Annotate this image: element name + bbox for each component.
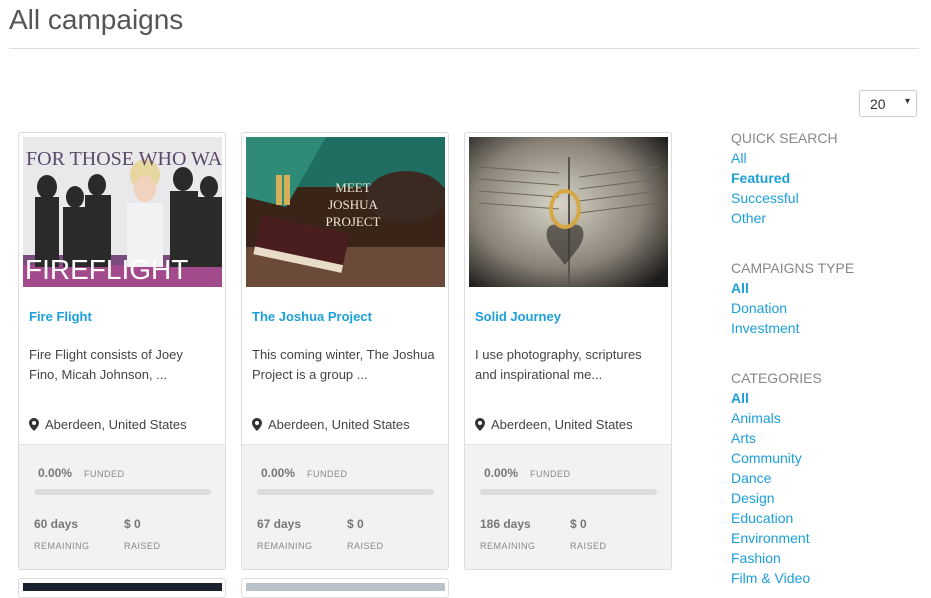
quick-search-successful[interactable]: Successful — [731, 189, 921, 209]
campaign-title-link[interactable]: Fire Flight — [29, 309, 92, 324]
raised-label: RAISED — [570, 541, 607, 551]
campaign-stats: 0.00% FUNDED 60 days REMAINING $ 0 RAISE… — [19, 444, 225, 569]
remaining-label: REMAINING — [480, 541, 536, 551]
category-animals[interactable]: Animals — [731, 409, 921, 429]
campaign-image[interactable] — [469, 137, 668, 287]
category-community[interactable]: Community — [731, 449, 921, 469]
page-title: All campaigns — [9, 4, 184, 35]
days-remaining-value: 60 days — [34, 517, 79, 531]
chevron-down-icon: ▾ — [904, 96, 910, 107]
campaign-card[interactable]: FOR THOSE WHO WAI FIREFLIGHT Fire Flight… — [18, 132, 226, 570]
funded-label: FUNDED — [84, 469, 125, 479]
category-fashion[interactable]: Fashion — [731, 549, 921, 569]
campaign-stats: 0.00% FUNDED 186 days REMAINING $ 0 RAIS… — [465, 444, 671, 569]
location-text: Aberdeen, United States — [45, 417, 187, 432]
category-film-video[interactable]: Film & Video — [731, 569, 921, 589]
image-text-line: JOSHUA — [328, 197, 378, 212]
campaign-image[interactable] — [246, 583, 445, 591]
map-pin-icon — [252, 418, 262, 431]
type-all[interactable]: All — [731, 279, 921, 299]
campaign-location: Aberdeen, United States — [252, 417, 410, 432]
campaign-title-link[interactable]: The Joshua Project — [252, 309, 372, 324]
image-text-line: MEET — [335, 180, 370, 195]
campaign-image[interactable]: FOR THOSE WHO WAI FIREFLIGHT — [23, 137, 222, 287]
campaign-image[interactable]: MEET JOSHUA PROJECT — [246, 137, 445, 287]
raised-value: $ 0 — [124, 517, 141, 531]
funding-progress-bar — [480, 489, 657, 495]
raised-label: RAISED — [347, 541, 384, 551]
campaign-image[interactable] — [23, 583, 222, 591]
category-design[interactable]: Design — [731, 489, 921, 509]
campaign-card[interactable] — [241, 578, 449, 598]
quick-search-featured[interactable]: Featured — [731, 169, 921, 189]
funded-percent: 0.00% — [261, 466, 296, 480]
campaign-description: This coming winter, The Joshua Project i… — [252, 347, 435, 382]
days-remaining-value: 186 days — [480, 517, 531, 531]
funded-percent: 0.00% — [38, 466, 73, 480]
campaign-card[interactable] — [18, 578, 226, 598]
filter-sidebar: QUICK SEARCH All Featured Successful Oth… — [731, 129, 921, 589]
funding-progress-bar — [34, 489, 211, 495]
image-text-bottom: FIREFLIGHT — [25, 254, 188, 285]
type-donation[interactable]: Donation — [731, 299, 921, 319]
per-page-select[interactable]: 20 ▾ — [859, 90, 917, 117]
category-arts[interactable]: Arts — [731, 429, 921, 449]
campaign-description: I use photography, scriptures and inspir… — [475, 347, 642, 382]
campaign-stats: 0.00% FUNDED 67 days REMAINING $ 0 RAISE… — [242, 444, 448, 569]
campaign-description: Fire Flight consists of Joey Fino, Micah… — [29, 347, 183, 382]
category-education[interactable]: Education — [731, 509, 921, 529]
campaign-title-link[interactable]: Solid Journey — [475, 309, 561, 324]
type-investment[interactable]: Investment — [731, 319, 921, 339]
campaign-card[interactable]: Solid Journey I use photography, scriptu… — [464, 132, 672, 570]
raised-value: $ 0 — [570, 517, 587, 531]
location-text: Aberdeen, United States — [491, 417, 633, 432]
campaign-location: Aberdeen, United States — [475, 417, 633, 432]
funded-percent: 0.00% — [484, 466, 519, 480]
category-all[interactable]: All — [731, 389, 921, 409]
image-text-line: PROJECT — [326, 214, 381, 229]
campaigns-type-heading: CAMPAIGNS TYPE — [731, 260, 855, 276]
funded-label: FUNDED — [530, 469, 571, 479]
remaining-label: REMAINING — [34, 541, 90, 551]
campaign-location: Aberdeen, United States — [29, 417, 187, 432]
image-text-top: FOR THOSE WHO WAI — [26, 148, 222, 170]
location-text: Aberdeen, United States — [268, 417, 410, 432]
categories-heading: CATEGORIES — [731, 370, 822, 386]
quick-search-heading: QUICK SEARCH — [731, 130, 838, 146]
quick-search-other[interactable]: Other — [731, 209, 921, 229]
map-pin-icon — [475, 418, 485, 431]
days-remaining-value: 67 days — [257, 517, 302, 531]
category-dance[interactable]: Dance — [731, 469, 921, 489]
remaining-label: REMAINING — [257, 541, 313, 551]
funded-label: FUNDED — [307, 469, 348, 479]
title-divider — [9, 48, 919, 49]
category-environment[interactable]: Environment — [731, 529, 921, 549]
funding-progress-bar — [257, 489, 434, 495]
quick-search-all[interactable]: All — [731, 149, 921, 169]
raised-value: $ 0 — [347, 517, 364, 531]
raised-label: RAISED — [124, 541, 161, 551]
campaign-card[interactable]: MEET JOSHUA PROJECT The Joshua Project T… — [241, 132, 449, 570]
per-page-value: 20 — [870, 96, 886, 112]
map-pin-icon — [29, 418, 39, 431]
